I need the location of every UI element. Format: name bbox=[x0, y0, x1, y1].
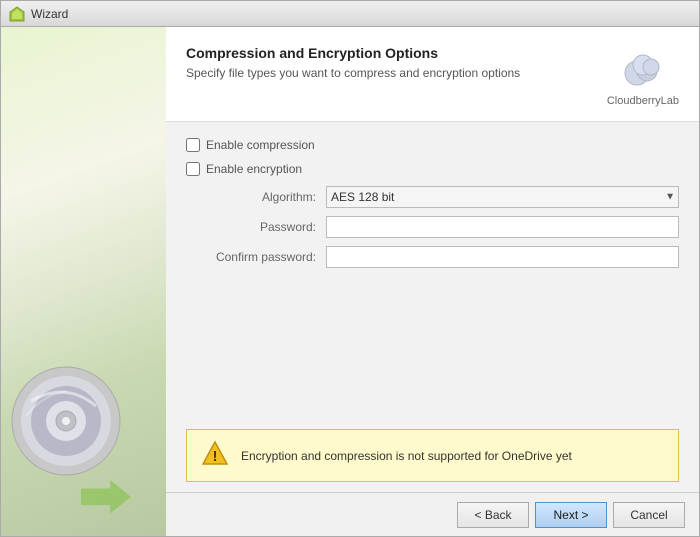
header-section: Compression and Encryption Options Speci… bbox=[166, 27, 699, 122]
form-section: Enable compression Enable encryption Alg… bbox=[166, 122, 699, 419]
svg-text:!: ! bbox=[213, 448, 218, 465]
confirm-password-label: Confirm password: bbox=[206, 250, 326, 264]
warning-box: ! Encryption and compression is not supp… bbox=[186, 429, 679, 482]
enable-compression-row: Enable compression bbox=[186, 138, 679, 152]
back-button[interactable]: < Back bbox=[457, 502, 529, 528]
logo-area: CloudberryLab bbox=[607, 45, 679, 107]
warning-triangle-icon: ! bbox=[201, 440, 229, 471]
password-row: Password: bbox=[206, 216, 679, 238]
logo-text: CloudberryLab bbox=[607, 95, 679, 107]
window-title: Wizard bbox=[31, 7, 68, 21]
page-title: Compression and Encryption Options bbox=[186, 45, 597, 61]
content-area: Compression and Encryption Options Speci… bbox=[1, 27, 699, 536]
algorithm-label: Algorithm: bbox=[206, 190, 326, 204]
cancel-button[interactable]: Cancel bbox=[613, 502, 685, 528]
wizard-icon bbox=[9, 6, 25, 22]
enable-encryption-label[interactable]: Enable encryption bbox=[206, 162, 302, 176]
password-input[interactable] bbox=[326, 216, 679, 238]
footer-section: < Back Next > Cancel bbox=[166, 492, 699, 536]
arrow-icon bbox=[71, 476, 141, 526]
page-subtitle: Specify file types you want to compress … bbox=[186, 65, 597, 82]
left-panel bbox=[1, 27, 166, 536]
cloudberry-logo-icon bbox=[619, 45, 667, 93]
next-button[interactable]: Next > bbox=[535, 502, 607, 528]
right-panel: Compression and Encryption Options Speci… bbox=[166, 27, 699, 536]
algorithm-select[interactable]: AES 128 bit AES 256 bit bbox=[326, 186, 679, 208]
header-text: Compression and Encryption Options Speci… bbox=[186, 45, 597, 82]
enable-compression-checkbox[interactable] bbox=[186, 138, 200, 152]
enable-encryption-row: Enable encryption bbox=[186, 162, 679, 176]
enable-encryption-checkbox[interactable] bbox=[186, 162, 200, 176]
encryption-fields: Algorithm: AES 128 bit AES 256 bit ▼ Pas… bbox=[206, 186, 679, 268]
warning-message: Encryption and compression is not suppor… bbox=[241, 449, 572, 463]
disc-icon bbox=[11, 366, 121, 476]
title-bar: Wizard bbox=[1, 1, 699, 27]
enable-compression-label[interactable]: Enable compression bbox=[206, 138, 315, 152]
confirm-password-input[interactable] bbox=[326, 246, 679, 268]
confirm-password-row: Confirm password: bbox=[206, 246, 679, 268]
wizard-window: Wizard bbox=[0, 0, 700, 537]
algorithm-select-wrapper: AES 128 bit AES 256 bit ▼ bbox=[326, 186, 679, 208]
algorithm-row: Algorithm: AES 128 bit AES 256 bit ▼ bbox=[206, 186, 679, 208]
password-label: Password: bbox=[206, 220, 326, 234]
